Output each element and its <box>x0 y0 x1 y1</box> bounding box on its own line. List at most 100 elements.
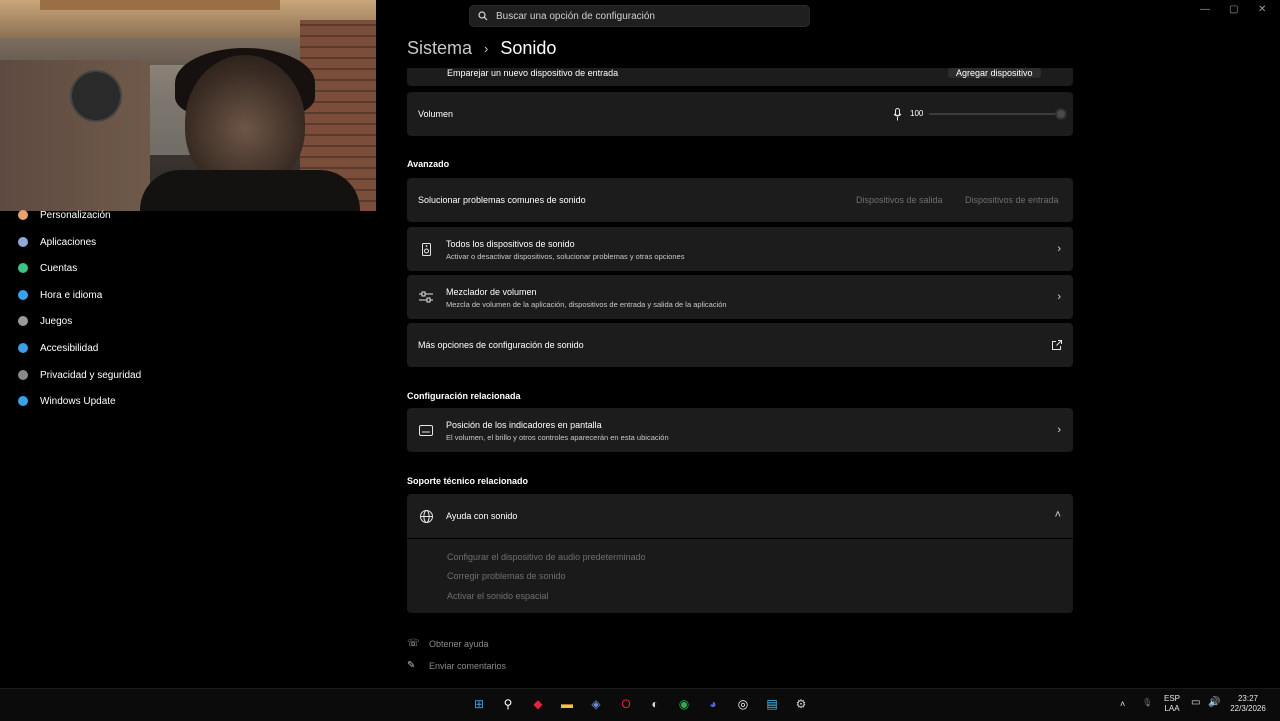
settings-search-box[interactable]: Buscar una opción de configuración <box>469 5 810 27</box>
screen-indicator-icon <box>419 423 433 437</box>
sidebar-item-label: Windows Update <box>40 395 116 407</box>
person-icon <box>16 261 30 275</box>
chevron-right-icon: › <box>484 41 489 56</box>
sidebar-item-label: Privacidad y seguridad <box>40 369 142 381</box>
pair-input-device-row: Emparejar un nuevo dispositivo de entrad… <box>407 68 1073 86</box>
chrome-icon[interactable]: ◉ <box>675 695 693 713</box>
more-sound-settings-row[interactable]: Más opciones de configuración de sonido <box>407 323 1073 367</box>
volume-slider[interactable] <box>929 113 1061 115</box>
section-related-support: Soporte técnico relacionado <box>407 476 529 486</box>
obs-icon[interactable]: ◎ <box>734 695 752 713</box>
speaker-device-icon <box>419 242 433 256</box>
sidebar-item-accesibilidad[interactable]: Accesibilidad <box>16 336 98 360</box>
update-icon <box>16 394 30 408</box>
feedback-icon: ✎ <box>407 660 416 671</box>
sidebar-item-label: Accesibilidad <box>40 342 99 354</box>
sidebar-item-cuentas[interactable]: Cuentas <box>16 256 77 280</box>
indicators-subtitle: El volumen, el brillo y otros controles … <box>446 433 669 442</box>
output-devices-button[interactable]: Dispositivos de salida <box>856 195 943 205</box>
shield-icon <box>16 368 30 382</box>
help-link-spatial-sound[interactable]: Activar el sonido espacial <box>447 591 549 601</box>
send-feedback-link[interactable]: ✎ Enviar comentarios <box>407 660 506 671</box>
opera-icon[interactable]: O <box>617 695 635 713</box>
sidebar-item-label: Personalización <box>40 209 111 221</box>
start-icon[interactable]: ⊞ <box>470 695 488 713</box>
volume-slider-thumb[interactable] <box>1055 108 1067 120</box>
microphone-tray-icon[interactable]: 🎙 <box>1142 698 1152 708</box>
sidebar-item-hora-e-idioma[interactable]: Hora e idioma <box>16 283 102 307</box>
help-link-default-device[interactable]: Configurar el dispositivo de audio prede… <box>447 552 646 562</box>
sidebar-item-aplicaciones[interactable]: Aplicaciones <box>16 230 96 254</box>
volume-mixer-row[interactable]: Mezclador de volumen Mezcla de volumen d… <box>407 275 1073 319</box>
section-related-settings: Configuración relacionada <box>407 391 521 401</box>
notepad-icon[interactable]: ▤ <box>763 695 781 713</box>
section-advanced: Avanzado <box>407 159 450 169</box>
steam-icon[interactable]: ◐ <box>646 695 664 713</box>
indicators-position-row[interactable]: Posición de los indicadores en pantalla … <box>407 408 1073 452</box>
all-devices-title: Todos los dispositivos de sonido <box>446 239 575 249</box>
input-devices-button[interactable]: Dispositivos de entrada <box>965 195 1059 205</box>
mixer-icon <box>419 290 433 304</box>
taskbar <box>0 688 1280 721</box>
external-link-icon <box>1050 338 1064 352</box>
get-help-link[interactable]: ☏ Obtener ayuda <box>407 638 489 649</box>
brush-icon <box>16 208 30 222</box>
chevron-up-icon[interactable]: ˄ <box>1120 699 1125 709</box>
apps-icon <box>16 235 30 249</box>
volume-value: 100 <box>910 109 924 118</box>
language-indicator[interactable]: ESP LAA <box>1161 694 1183 714</box>
all-sound-devices-row[interactable]: Todos los dispositivos de sonido Activar… <box>407 227 1073 271</box>
indicators-title: Posición de los indicadores en pantalla <box>446 420 602 430</box>
gamepad-icon <box>16 314 30 328</box>
sidebar-item-label: Cuentas <box>40 262 78 274</box>
all-devices-subtitle: Activar o desactivar dispositivos, soluc… <box>446 252 685 261</box>
clock-date: 22/3/2026 <box>1230 704 1266 713</box>
help-with-sound-header[interactable]: Ayuda con sonido ˄ <box>407 494 1073 538</box>
get-help-label: Obtener ayuda <box>429 638 489 649</box>
troubleshoot-row: Solucionar problemas comunes de sonido D… <box>407 178 1073 222</box>
microphone-icon[interactable] <box>890 107 904 121</box>
help-with-sound-label: Ayuda con sonido <box>446 511 518 521</box>
chevron-right-icon: › <box>1057 291 1061 303</box>
search-placeholder: Buscar una opción de configuración <box>496 10 655 22</box>
network-icon[interactable]: ▭ <box>1191 698 1200 708</box>
pair-input-device-label: Emparejar un nuevo dispositivo de entrad… <box>447 68 619 78</box>
input-volume-row: Volumen 100 <box>407 92 1073 136</box>
sidebar-item-juegos[interactable]: Juegos <box>16 309 72 333</box>
chevron-right-icon: › <box>1057 243 1061 255</box>
sidebar-item-privacidad-y-seguridad[interactable]: Privacidad y seguridad <box>16 363 141 387</box>
sidebar-item-personalizaci-n[interactable]: Personalización <box>16 203 111 227</box>
settings-icon[interactable]: ⚙ <box>792 695 810 713</box>
help-link-fix-sound[interactable]: Corregir problemas de sonido <box>447 571 566 581</box>
add-device-button[interactable]: Agregar dispositivo <box>948 68 1041 78</box>
chevron-up-icon: ˄ <box>1054 509 1061 521</box>
sidebar-item-windows-update[interactable]: Windows Update <box>16 389 116 413</box>
volume-label: Volumen <box>418 109 454 119</box>
search-icon[interactable]: ⚲ <box>499 695 517 713</box>
globe-clock-icon <box>16 288 30 302</box>
breadcrumb-parent[interactable]: Sistema <box>407 38 472 59</box>
app-red-icon[interactable]: ◆ <box>529 695 547 713</box>
language-code: ESP <box>1163 694 1180 703</box>
app-blue-icon[interactable]: ◈ <box>587 695 605 713</box>
more-sound-settings-label: Más opciones de configuración de sonido <box>418 340 584 350</box>
discord-icon[interactable]: ◕ <box>704 695 722 713</box>
close-button[interactable]: ✕ <box>1258 4 1266 15</box>
help-links-panel: Configurar el dispositivo de audio prede… <box>407 539 1073 613</box>
speaker-icon[interactable]: 🔊 <box>1208 698 1220 708</box>
minimize-button[interactable]: — <box>1200 4 1210 15</box>
page-title: Sonido <box>500 38 557 58</box>
globe-icon <box>419 509 433 523</box>
sidebar-item-label: Hora e idioma <box>40 289 103 301</box>
keyboard-layout-code: LAA <box>1164 704 1180 713</box>
file-explorer-icon[interactable]: ▬ <box>558 695 576 713</box>
troubleshoot-label: Solucionar problemas comunes de sonido <box>418 195 586 205</box>
webcam-overlay <box>0 0 376 211</box>
send-feedback-label: Enviar comentarios <box>429 660 507 671</box>
clock[interactable]: 23:27 22/3/2026 <box>1225 694 1271 714</box>
mixer-title: Mezclador de volumen <box>446 287 537 297</box>
breadcrumb: Sistema › Sonido <box>407 38 556 59</box>
maximize-button[interactable]: ▢ <box>1229 4 1238 15</box>
search-icon <box>470 11 496 21</box>
chevron-right-icon: › <box>1057 424 1061 436</box>
